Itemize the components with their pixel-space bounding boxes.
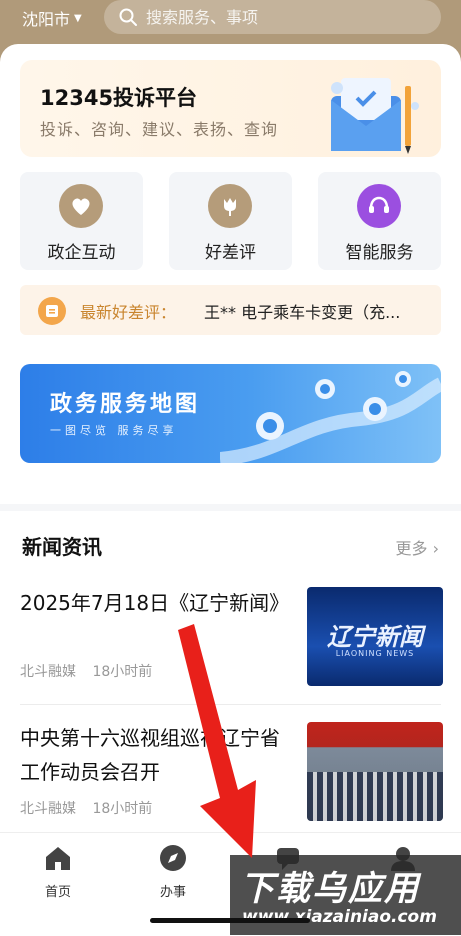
tile-label: 智能服务 [345, 243, 414, 263]
news-meta: 北斗融媒 18小时前 [20, 798, 164, 818]
news-thumbnail [307, 722, 443, 821]
tile-label: 好差评 [205, 243, 256, 263]
caret-down-icon: ▼ [74, 12, 82, 24]
watermark-url: www.xiazainiao.com [242, 907, 437, 927]
review-label: 最新好差评： [80, 303, 177, 322]
complaint-platform-card[interactable]: 12345投诉平台 投诉、咨询、建议、表扬、查询 [20, 60, 441, 157]
thumb-subtitle: LIAONING NEWS [335, 649, 415, 658]
news-source: 北斗融媒 [20, 801, 76, 817]
red-arrow-annotation [178, 624, 256, 858]
search-icon [119, 8, 137, 26]
more-label: 更多 [395, 539, 428, 558]
latest-review-bar[interactable]: 最新好差评： 王** 电子乘车卡变更（充... [20, 285, 441, 335]
search-bar[interactable] [104, 0, 441, 34]
watermark-title: 下载乌应用 [240, 869, 420, 909]
news-meta: 北斗融媒 18小时前 [20, 661, 164, 681]
chevron-right-icon: › [432, 539, 439, 558]
news-source: 北斗融媒 [20, 664, 76, 680]
envelope-icon [331, 78, 419, 154]
tile-rating[interactable]: 好差评 [169, 172, 292, 270]
service-map-banner[interactable]: 政务服务地图 一图尽览 服务尽享 [20, 364, 441, 463]
news-time: 18小时前 [92, 664, 153, 680]
handshake-heart-icon [59, 184, 103, 228]
home-indicator [150, 918, 310, 923]
tab-label: 办事 [159, 885, 186, 900]
news-heading: 新闻资讯 [22, 535, 102, 559]
tab-label: 首页 [44, 885, 71, 900]
city-label: 沈阳市 [22, 10, 71, 29]
watermark: 下载乌应用 www.xiazainiao.com [230, 855, 461, 935]
tile-enterprise-interaction[interactable]: 政企互动 [20, 172, 143, 270]
tile-smart-service[interactable]: 智能服务 [318, 172, 441, 270]
complaint-title: 12345投诉平台 [40, 86, 198, 110]
tab-home[interactable]: 首页 [18, 843, 98, 900]
map-subtitle: 一图尽览 服务尽享 [50, 424, 178, 437]
home-icon [46, 847, 70, 870]
review-text: 王** 电子乘车卡变更（充... [204, 303, 401, 322]
city-selector[interactable]: 沈阳市 ▼ [22, 6, 82, 30]
news-thumbnail: 辽宁新闻 LIAONING NEWS [307, 587, 443, 686]
headset-icon [357, 184, 401, 228]
tulip-icon [208, 184, 252, 228]
map-title: 政务服务地图 [50, 392, 201, 417]
news-time: 18小时前 [92, 801, 153, 817]
thumb-title: 辽宁新闻 [327, 623, 423, 651]
service-tiles: 政企互动 好差评 智能服务 [20, 172, 441, 270]
search-input[interactable] [144, 6, 428, 28]
review-icon [38, 297, 66, 325]
complaint-subtitle: 投诉、咨询、建议、表扬、查询 [40, 120, 279, 139]
tile-label: 政企互动 [47, 243, 116, 263]
news-title: 2025年7月18日《辽宁新闻》 [20, 591, 290, 615]
news-more-link[interactable]: 更多 › [395, 535, 439, 559]
map-road-illustration [220, 371, 441, 463]
